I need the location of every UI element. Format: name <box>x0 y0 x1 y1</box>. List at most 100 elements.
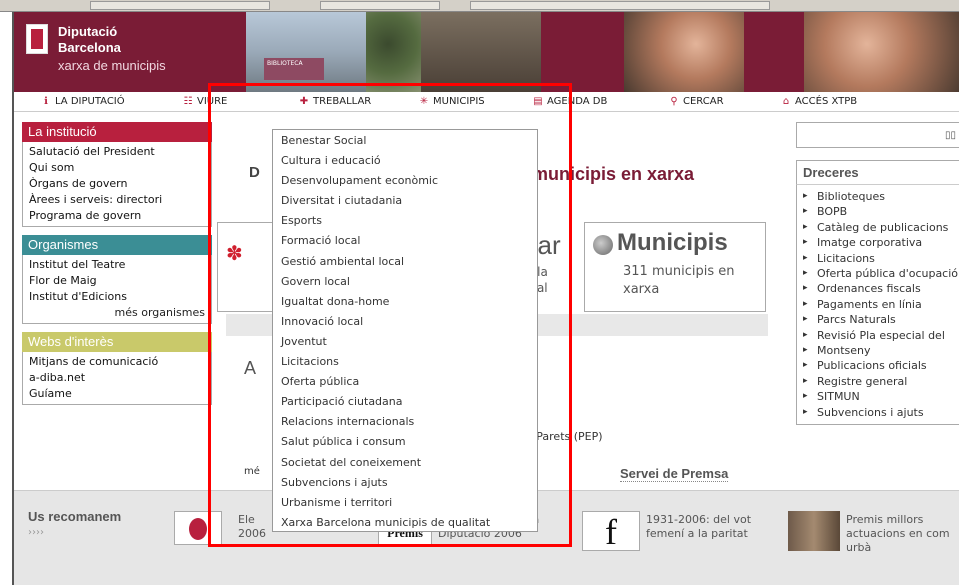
link-guiame[interactable]: Guíame <box>29 386 205 402</box>
main-nav: ℹ LA DIPUTACIÓ ☷ VIURE ✚ TREBALLAR ✳ MUN… <box>14 92 959 112</box>
link-salutacio[interactable]: Salutació del President <box>29 144 205 160</box>
nav-label: TREBALLAR <box>313 96 372 107</box>
lock-icon: ⌂ <box>782 96 790 107</box>
section-heading-a: A <box>244 358 257 378</box>
menu-item-innovacio[interactable]: Innovació local <box>273 312 537 332</box>
section-webs: Mitjans de comunicació a-diba.net Guíame <box>22 352 212 405</box>
info-icon: ℹ <box>44 96 48 107</box>
dreceres-item[interactable]: SITMUN <box>803 389 954 405</box>
dreceres-list: Biblioteques BOPB Catàleg de publicacion… <box>796 184 959 426</box>
menu-item-subvencions[interactable]: Subvencions i ajuts <box>273 473 537 493</box>
menu-item-formacio[interactable]: Formació local <box>273 231 537 251</box>
dreceres-item[interactable]: BOPB <box>803 204 954 220</box>
dreceres-item[interactable]: Biblioteques <box>803 189 954 205</box>
link-a-diba[interactable]: a-diba.net <box>29 370 205 386</box>
menu-item-esports[interactable]: Esports <box>273 211 537 231</box>
news-more-link[interactable]: mé <box>244 466 260 477</box>
box-municipis[interactable]: Municipis 311 municipis en xarxa <box>584 222 766 312</box>
menu-item-societat[interactable]: Societat del coneixement <box>273 453 537 473</box>
section-title-institucio[interactable]: La institució <box>22 122 212 142</box>
recommendations-title: Us recomanem <box>28 509 122 524</box>
menu-item-xarxa-barcelona[interactable]: Xarxa Barcelona municipis de qualitat <box>273 513 537 533</box>
globe-icon <box>593 235 613 255</box>
nav-municipis[interactable]: ✳ MUNICIPIS <box>418 96 485 107</box>
menu-item-participacio[interactable]: Participació ciutadana <box>273 392 537 412</box>
link-qui-som[interactable]: Qui som <box>29 160 205 176</box>
dreceres-item[interactable]: Registre general <box>803 374 954 390</box>
people-icon: ☷ <box>183 96 193 107</box>
link-arees[interactable]: Àrees i serveis: directori <box>29 192 205 208</box>
header-photo-woman <box>624 12 744 92</box>
menu-item-urbanisme[interactable]: Urbanisme i territori <box>273 493 537 513</box>
menu-item-salut[interactable]: Salut pública i consum <box>273 432 537 452</box>
link-institut-edicions[interactable]: Institut d'Edicions <box>29 289 205 305</box>
menu-item-oferta-publica[interactable]: Oferta pública <box>273 372 537 392</box>
municipis-desc: 311 municipis en xarxa <box>623 264 735 297</box>
recommendations-arrows[interactable]: ›››› <box>28 527 44 538</box>
nav-acces-xtpb[interactable]: ⌂ ACCÉS XTPB <box>780 96 857 107</box>
link-mitjans[interactable]: Mitjans de comunicació <box>29 354 205 370</box>
dreceres-item[interactable]: Subvencions i ajuts <box>803 405 954 421</box>
menu-item-govern-local[interactable]: Govern local <box>273 272 537 292</box>
brand-name-line1[interactable]: Diputació <box>58 24 117 39</box>
recommendation-thumb-f[interactable]: f <box>582 511 640 552</box>
brand-tagline: xarxa de municipis <box>58 58 166 73</box>
section-title-webs[interactable]: Webs d'interès <box>22 332 212 352</box>
nav-label: ACCÉS XTPB <box>795 96 858 107</box>
header-photo-2 <box>421 12 541 92</box>
nav-agenda-db[interactable]: ▤ AGENDA DB <box>532 96 607 107</box>
tree-image <box>366 12 421 92</box>
menu-item-desenvolupament[interactable]: Desenvolupament econòmic <box>273 171 537 191</box>
dreceres-title: Dreceres <box>796 160 959 184</box>
menu-item-diversitat[interactable]: Diversitat i ciutadania <box>273 191 537 211</box>
nav-la-diputacio[interactable]: ℹ LA DIPUTACIÓ <box>40 96 125 107</box>
dreceres-item[interactable]: Publicacions oficials <box>803 358 954 374</box>
menu-item-relacions[interactable]: Relacions internacionals <box>273 412 537 432</box>
recommendation-text-3[interactable]: 1931-2006: del vot femení a la paritat <box>646 513 751 541</box>
dreceres-item[interactable]: Catàleg de publicacions <box>803 220 954 236</box>
diputacio-logo[interactable] <box>26 24 48 54</box>
browser-toolbar-buttons[interactable] <box>320 1 440 10</box>
servei-premsa-link[interactable]: Servei de Premsa <box>620 466 729 482</box>
nav-viure[interactable]: ☷ VIURE <box>182 96 228 107</box>
dreceres-item[interactable]: Licitacions <box>803 251 954 267</box>
menu-item-joventut[interactable]: Joventut <box>273 332 537 352</box>
brand-name-line2[interactable]: Barcelona <box>58 40 121 55</box>
header-photo-library: BIBLIOTECA <box>246 12 421 92</box>
recommendation-thumb-1[interactable] <box>174 511 222 545</box>
dreceres-item[interactable]: Parcs Naturals <box>803 312 954 328</box>
browser-address-field[interactable] <box>90 1 270 10</box>
municipis-label[interactable]: Municipis <box>617 229 728 257</box>
menu-item-cultura[interactable]: Cultura i educació <box>273 151 537 171</box>
menu-item-igualtat[interactable]: Igualtat dona-home <box>273 292 537 312</box>
menu-item-benestar-social[interactable]: Benestar Social <box>273 131 537 151</box>
recommendation-text-4[interactable]: Premis millors actuacions en com urbà <box>846 513 950 555</box>
dreceres-item[interactable]: Ordenances fiscals <box>803 281 954 297</box>
book-icon: ▤ <box>533 96 543 107</box>
nav-cercar[interactable]: ⚲ CERCAR <box>668 96 723 107</box>
dreceres-item-continuation[interactable]: Montseny <box>803 343 954 359</box>
dreceres-item[interactable]: Revisió Pla especial del <box>803 328 954 344</box>
recommendation-thumb-4[interactable] <box>788 511 840 551</box>
dreceres-item[interactable]: Pagaments en línia <box>803 297 954 313</box>
link-organs[interactable]: Òrgans de govern <box>29 176 205 192</box>
link-programa[interactable]: Programa de govern <box>29 208 205 224</box>
dreceres-item[interactable]: Oferta pública d'ocupació <box>803 266 958 282</box>
library-sign: BIBLIOTECA <box>264 58 324 80</box>
diputacio-seal-icon <box>189 518 207 540</box>
link-mes-organismes[interactable]: més organismes <box>29 305 205 321</box>
search-input[interactable]: ▯▯ <box>796 122 959 148</box>
section-title-organismes[interactable]: Organismes <box>22 235 212 255</box>
menu-item-licitacions[interactable]: Licitacions <box>273 352 537 372</box>
dreceres-item[interactable]: Imatge corporativa <box>803 235 954 251</box>
treballar-dropdown-menu: Benestar Social Cultura i educació Desen… <box>272 129 538 532</box>
magnifier-icon: ⚲ <box>670 96 678 107</box>
browser-toolbar-links[interactable] <box>470 1 770 10</box>
nav-treballar[interactable]: ✚ TREBALLAR <box>298 96 371 107</box>
site-header: Diputació Barcelona xarxa de municipis B… <box>14 12 959 92</box>
link-institut-teatre[interactable]: Institut del Teatre <box>29 257 205 273</box>
menu-item-gestio-ambiental[interactable]: Gestió ambiental local <box>273 252 537 272</box>
link-flor-de-maig[interactable]: Flor de Maig <box>29 273 205 289</box>
search-icon: ▯▯ <box>944 130 956 141</box>
recommendation-text-1[interactable]: Ele 2006 <box>238 513 266 541</box>
